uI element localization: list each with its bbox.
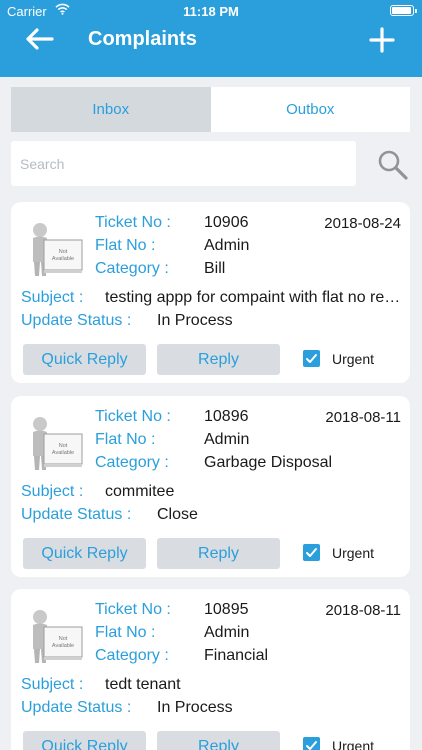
search-input[interactable] [20, 155, 347, 172]
quick-reply-button[interactable]: Quick Reply [23, 344, 146, 375]
subject-value: testing appp for compaint with flat no r… [105, 289, 401, 306]
subject-value: tedt tenant [105, 676, 181, 693]
status-bar: Carrier 11:18 PM [0, 0, 422, 22]
category-label: Category : [95, 260, 169, 277]
placeholder-avatar: Not Available [24, 412, 86, 474]
complaint-card[interactable]: Not Available Ticket No : 10895 2018-08-… [11, 589, 410, 750]
reply-button[interactable]: Reply [157, 538, 280, 569]
tab-outbox[interactable]: Outbox [210, 87, 410, 132]
flat-no-label: Flat No : [95, 237, 156, 254]
complaint-card[interactable]: Not Available Ticket No : 10906 2018-08-… [11, 202, 410, 383]
avatar-text-available: Available [52, 643, 74, 649]
category-value: Garbage Disposal [204, 454, 333, 471]
ticket-no-value: 10895 [204, 601, 249, 618]
flat-no-label: Flat No : [95, 431, 156, 448]
category-value: Bill [204, 260, 226, 277]
quick-reply-button[interactable]: Quick Reply [23, 538, 146, 569]
tab-bar: Inbox Outbox [11, 87, 410, 132]
urgent-checkbox[interactable]: Urgent [303, 737, 374, 750]
ticket-no-value: 10906 [204, 214, 249, 231]
subject-label: Subject : [21, 676, 84, 693]
flat-no-label: Flat No : [95, 624, 156, 641]
ticket-no-label: Ticket No : [95, 408, 171, 425]
battery-icon [390, 5, 417, 16]
checkmark-icon [303, 544, 320, 561]
magnifier-icon [378, 150, 408, 180]
tab-inbox[interactable]: Inbox [11, 87, 211, 132]
quick-reply-button[interactable]: Quick Reply [23, 731, 146, 750]
back-button[interactable] [22, 24, 58, 54]
category-label: Category : [95, 454, 169, 471]
flat-no-value: Admin [204, 431, 250, 448]
complaint-date: 2018-08-11 [325, 602, 401, 619]
ticket-no-value: 10896 [204, 408, 249, 425]
urgent-label: Urgent [332, 350, 375, 367]
avatar-text-available: Available [52, 256, 74, 262]
flat-no-value: Admin [204, 237, 250, 254]
subject-value: commitee [105, 483, 175, 500]
urgent-label: Urgent [332, 737, 375, 750]
avatar-text-available: Available [52, 450, 74, 456]
checkmark-icon [303, 737, 320, 750]
reply-button[interactable]: Reply [157, 731, 280, 750]
avatar-text-not: Not [59, 443, 68, 449]
complaint-date: 2018-08-24 [324, 215, 401, 232]
add-complaint-button[interactable] [364, 22, 400, 58]
status-value: In Process [157, 699, 233, 716]
search-button[interactable] [376, 148, 410, 182]
ticket-no-label: Ticket No : [95, 214, 171, 231]
placeholder-avatar: Not Available [24, 218, 86, 280]
category-value: Financial [204, 647, 269, 664]
urgent-checkbox[interactable]: Urgent [303, 350, 374, 367]
status-value: Close [157, 506, 198, 523]
urgent-checkbox[interactable]: Urgent [303, 544, 374, 561]
subject-label: Subject : [21, 483, 84, 500]
clock: 11:18 PM [183, 4, 239, 19]
category-label: Category : [95, 647, 169, 664]
complaint-date: 2018-08-11 [325, 409, 401, 426]
plus-icon [369, 27, 395, 53]
ticket-no-label: Ticket No : [95, 601, 171, 618]
flat-no-value: Admin [204, 624, 250, 641]
checkmark-icon [303, 350, 320, 367]
app-header: Carrier 11:18 PM Complaints [0, 0, 422, 77]
subject-label: Subject : [21, 289, 84, 306]
update-status-label: Update Status : [21, 312, 132, 329]
avatar-text-not: Not [59, 636, 68, 642]
update-status-label: Update Status : [21, 506, 132, 523]
page-title: Complaints [88, 28, 197, 50]
status-value: In Process [157, 312, 233, 329]
complaint-card[interactable]: Not Available Ticket No : 10896 2018-08-… [11, 396, 410, 577]
reply-button[interactable]: Reply [157, 344, 280, 375]
urgent-label: Urgent [332, 544, 375, 561]
avatar-text-not: Not [59, 249, 68, 255]
arrow-left-icon [26, 28, 54, 50]
update-status-label: Update Status : [21, 699, 132, 716]
placeholder-avatar: Not Available [24, 605, 86, 667]
search-field [11, 141, 356, 186]
